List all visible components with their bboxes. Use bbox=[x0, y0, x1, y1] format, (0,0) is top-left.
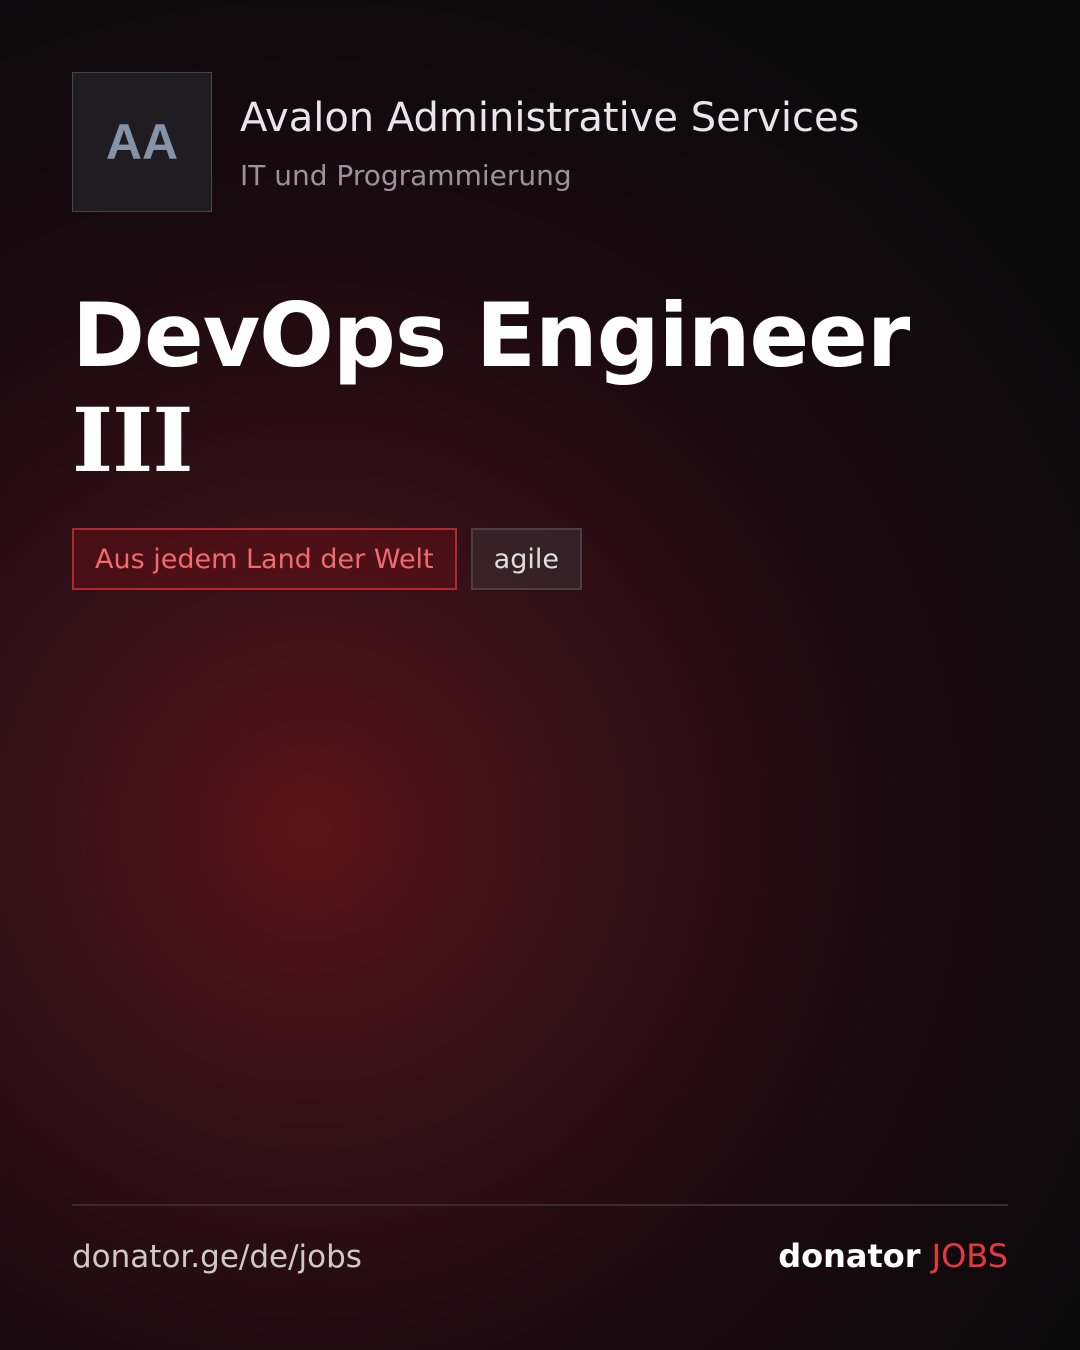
job-category: IT und Programmierung bbox=[240, 159, 572, 192]
job-title-line-2: III bbox=[72, 388, 194, 492]
company-header: AA Avalon Administrative Services IT und… bbox=[72, 72, 1008, 212]
skill-tag: agile bbox=[470, 528, 582, 590]
footer-divider bbox=[72, 1204, 1008, 1206]
company-name: Avalon Administrative Services bbox=[240, 95, 860, 141]
company-logo: AA bbox=[72, 72, 212, 212]
logo-initials: AA bbox=[105, 114, 179, 170]
brand-jobs-label: JOBS bbox=[931, 1237, 1008, 1275]
job-title: DevOps Engineer III bbox=[72, 284, 1008, 492]
job-title-line-1: DevOps Engineer bbox=[72, 284, 910, 387]
brand-logo: donator JOBS bbox=[778, 1234, 1008, 1278]
tag-list: Aus jedem Land der Welt agile bbox=[72, 528, 582, 590]
footer-url: donator.ge/de/jobs bbox=[72, 1239, 362, 1275]
brand-name: donator bbox=[778, 1237, 921, 1275]
location-tag: Aus jedem Land der Welt bbox=[72, 528, 457, 590]
